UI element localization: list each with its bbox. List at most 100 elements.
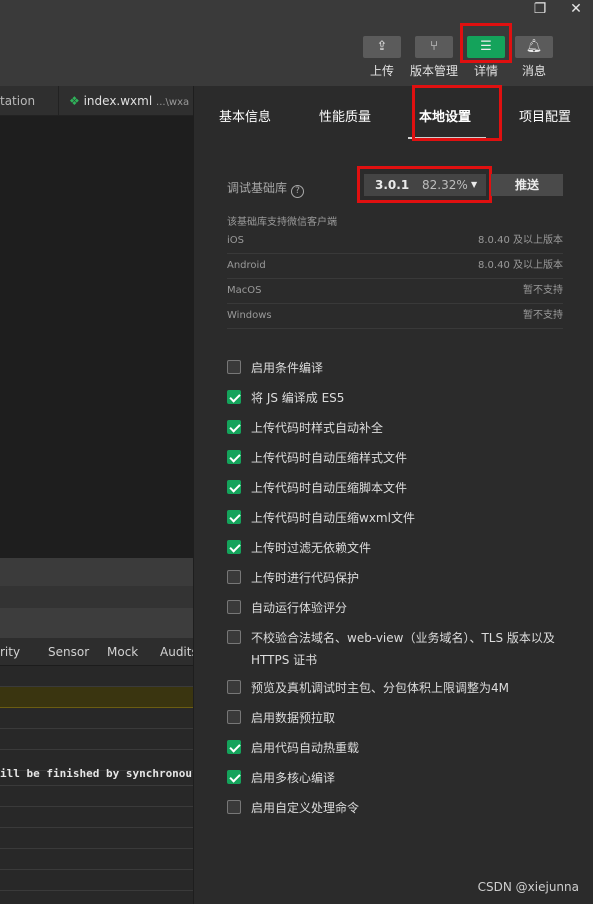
- close-icon[interactable]: ✕: [559, 0, 593, 20]
- setting-option-label: 上传时过滤无依赖文件: [251, 541, 372, 555]
- log-row: [0, 870, 193, 891]
- checkbox-unchecked[interactable]: [227, 360, 241, 374]
- setting-option-label: 预览及真机调试时主包、分包体积上限调整为4M: [251, 681, 509, 695]
- setting-option[interactable]: 上传代码时自动压缩样式文件: [227, 447, 567, 469]
- file-tab-path: ...\wxa: [156, 97, 190, 108]
- devtools-tabs: rity Sensor Mock Audits: [0, 638, 193, 666]
- checkbox-unchecked[interactable]: [227, 800, 241, 814]
- platform-name: Android: [227, 260, 266, 271]
- setting-option-label: 不校验合法域名、web-view（业务域名）、TLS 版本以及 HTTPS 证书: [251, 631, 555, 667]
- checkbox-checked[interactable]: [227, 420, 241, 434]
- setting-option-label: 启用自定义处理命令: [251, 801, 360, 815]
- setting-option[interactable]: 上传代码时自动压缩脚本文件: [227, 477, 567, 499]
- push-button[interactable]: 推送: [491, 174, 563, 196]
- version-value: 3.0.1: [375, 178, 410, 192]
- tab-project-config[interactable]: 项目配置: [519, 106, 571, 125]
- version-select[interactable]: 3.0.1 82.32% ▼: [364, 174, 486, 196]
- setting-option-label: 上传时进行代码保护: [251, 571, 360, 585]
- menu-icon[interactable]: ☰: [467, 36, 505, 58]
- setting-option[interactable]: 将 JS 编译成 ES5: [227, 387, 567, 409]
- platform-row-android: Android 8.0.40 及以上版本: [227, 254, 563, 279]
- version-percent: 82.32%: [422, 178, 468, 192]
- setting-option-label: 上传代码时自动压缩脚本文件: [251, 481, 408, 495]
- log-row: [0, 786, 193, 807]
- checkbox-checked[interactable]: [227, 740, 241, 754]
- setting-option[interactable]: 启用条件编译: [227, 357, 567, 379]
- file-icon: ❖: [69, 94, 80, 108]
- setting-option[interactable]: 预览及真机调试时主包、分包体积上限调整为4M: [227, 677, 567, 699]
- devtools-tab-mock[interactable]: Mock: [107, 638, 138, 665]
- panel-subheader: [0, 586, 193, 608]
- platform-support: 8.0.40 及以上版本: [478, 260, 563, 271]
- checkbox-checked[interactable]: [227, 510, 241, 524]
- platform-name: iOS: [227, 235, 244, 246]
- setting-option[interactable]: 上传代码时自动压缩wxml文件: [227, 507, 567, 529]
- details-tool[interactable]: ☰ 详情: [461, 36, 511, 79]
- platform-name: Windows: [227, 310, 272, 321]
- help-icon[interactable]: ?: [291, 185, 305, 198]
- setting-option[interactable]: 上传时过滤无依赖文件: [227, 537, 567, 559]
- setting-option[interactable]: 上传代码时样式自动补全: [227, 417, 567, 439]
- upload-label: 上传: [369, 64, 394, 78]
- platform-row-macos: MacOS 暂不支持: [227, 279, 563, 304]
- version-management-label: 版本管理: [409, 64, 458, 78]
- devtools-tab-sensor[interactable]: Sensor: [48, 638, 89, 665]
- devtools-tab-audits[interactable]: Audits: [160, 638, 193, 665]
- checkbox-checked[interactable]: [227, 390, 241, 404]
- debug-lib-label: 调试基础库?: [227, 179, 305, 198]
- tab-performance[interactable]: 性能质量: [319, 106, 371, 125]
- setting-option[interactable]: 不校验合法域名、web-view（业务域名）、TLS 版本以及 HTTPS 证书: [227, 627, 567, 671]
- setting-option[interactable]: 启用数据预拉取: [227, 707, 567, 729]
- branch-icon[interactable]: ⑂: [415, 36, 453, 58]
- active-tab-indicator: [408, 137, 486, 139]
- checkbox-unchecked[interactable]: [227, 710, 241, 724]
- log-row-warning: [0, 687, 193, 708]
- details-panel: 基本信息 性能质量 本地设置 项目配置 调试基础库? 3.0.1 82.32% …: [193, 85, 593, 904]
- debug-lib-text: 调试基础库: [227, 181, 288, 195]
- support-note: 该基础库支持微信客户端: [227, 217, 337, 228]
- restore-icon[interactable]: ❐: [523, 0, 557, 20]
- setting-option[interactable]: 上传时进行代码保护: [227, 567, 567, 589]
- platform-support: 8.0.40 及以上版本: [478, 235, 563, 246]
- file-tab-index-wxml[interactable]: ❖ index.wxml ...\wxa: [58, 86, 189, 116]
- console-message: ill be finished by synchronous: [0, 762, 193, 786]
- editor-area: tation ❖ index.wxml ...\wxa rity Sensor …: [0, 86, 193, 904]
- setting-option-label: 上传代码时自动压缩样式文件: [251, 451, 408, 465]
- watermark: CSDN @xiejunna: [477, 880, 579, 894]
- setting-option-label: 启用多核心编译: [251, 771, 336, 785]
- log-row: [0, 807, 193, 828]
- setting-option-label: 上传代码时样式自动补全: [251, 421, 384, 435]
- setting-option[interactable]: 启用多核心编译: [227, 767, 567, 789]
- checkbox-checked[interactable]: [227, 480, 241, 494]
- checkbox-unchecked[interactable]: [227, 570, 241, 584]
- messages-tool[interactable]: 🔔︎ 消息: [509, 36, 559, 79]
- upload-tool[interactable]: ⇪ 上传: [357, 36, 407, 79]
- checkbox-checked[interactable]: [227, 770, 241, 784]
- upload-icon[interactable]: ⇪: [363, 36, 401, 58]
- version-management-tool[interactable]: ⑂ 版本管理: [409, 36, 459, 79]
- setting-option-label: 自动运行体验评分: [251, 601, 348, 615]
- title-bar: ❐ ✕ ⇪ 上传 ⑂ 版本管理 ☰ 详情 🔔︎ 消息: [0, 0, 593, 86]
- checkbox-checked[interactable]: [227, 450, 241, 464]
- setting-option-label: 将 JS 编译成 ES5: [251, 391, 345, 405]
- tab-basic-info[interactable]: 基本信息: [219, 106, 271, 125]
- code-editor[interactable]: [0, 116, 193, 558]
- setting-option-label: 启用代码自动热重载: [251, 741, 360, 755]
- log-row: [0, 708, 193, 729]
- setting-option[interactable]: 启用自定义处理命令: [227, 797, 567, 819]
- checkbox-unchecked[interactable]: [227, 600, 241, 614]
- bell-icon[interactable]: 🔔︎: [515, 36, 553, 58]
- platform-support: 暂不支持: [523, 285, 563, 296]
- setting-option[interactable]: 启用代码自动热重载: [227, 737, 567, 759]
- checkbox-unchecked[interactable]: [227, 680, 241, 694]
- tab-local-settings[interactable]: 本地设置: [419, 106, 471, 125]
- setting-option-label: 启用条件编译: [251, 361, 324, 375]
- setting-option[interactable]: 自动运行体验评分: [227, 597, 567, 619]
- checkbox-unchecked[interactable]: [227, 630, 241, 644]
- devtools-tab-security[interactable]: rity: [0, 638, 20, 665]
- file-tabs: tation ❖ index.wxml ...\wxa: [0, 86, 193, 116]
- setting-option-label: 上传代码时自动压缩wxml文件: [251, 511, 415, 525]
- setting-option-label: 启用数据预拉取: [251, 711, 336, 725]
- checkbox-checked[interactable]: [227, 540, 241, 554]
- file-tab-1[interactable]: tation: [0, 86, 35, 116]
